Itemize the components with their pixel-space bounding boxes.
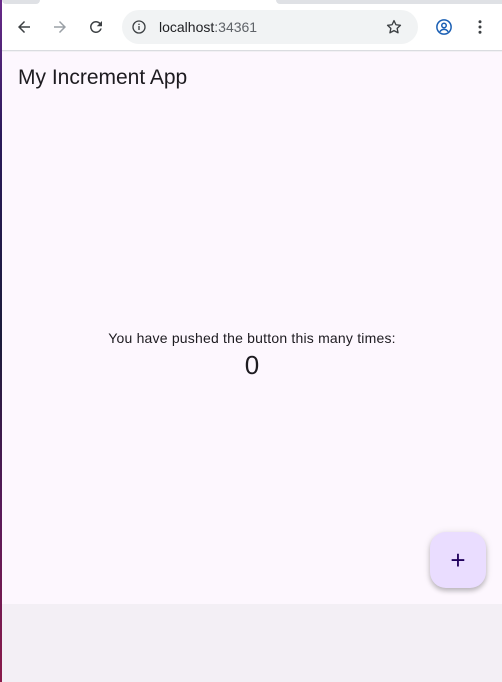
star-icon[interactable] (384, 17, 404, 37)
counter-label: You have pushed the button this many tim… (108, 330, 396, 346)
address-bar[interactable]: localhost:34361 (122, 10, 418, 44)
page-bottom-area (2, 604, 502, 682)
info-circle-icon[interactable] (130, 18, 148, 36)
app-title: My Increment App (18, 66, 188, 89)
browser-menu-button[interactable] (467, 14, 493, 40)
reload-button[interactable] (83, 14, 109, 40)
back-button[interactable] (11, 14, 37, 40)
plus-icon: + (450, 545, 466, 575)
counter-value: 0 (244, 350, 260, 380)
account-circle-icon (436, 19, 452, 35)
app-body: My Increment App You have pushed the but… (2, 52, 502, 604)
arrow-right-icon (54, 21, 66, 33)
url-port: :34361 (214, 19, 258, 35)
browser-tab[interactable] (276, 0, 502, 4)
url-host: localhost (159, 19, 215, 35)
arrow-left-icon (18, 21, 30, 33)
reload-icon (90, 21, 102, 33)
browser-tab[interactable] (2, 0, 40, 4)
forward-button[interactable] (47, 14, 73, 40)
vertical-dots-icon (478, 20, 482, 34)
url-text[interactable]: localhost:34361 (159, 19, 257, 35)
increment-button[interactable]: + (430, 532, 486, 588)
profile-button[interactable] (431, 14, 457, 40)
